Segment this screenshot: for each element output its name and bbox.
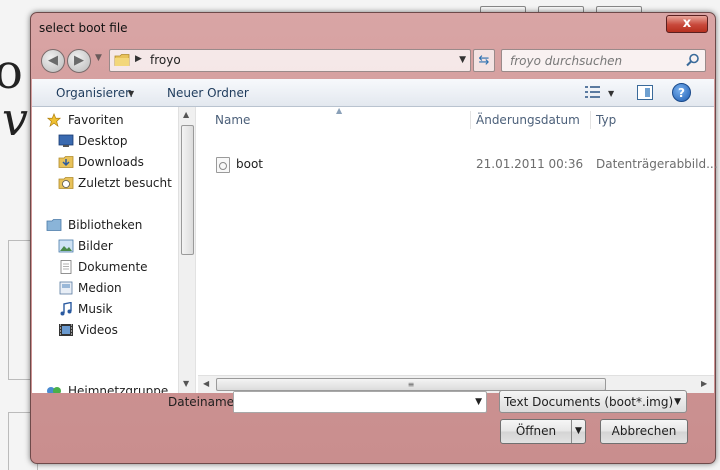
nav-pane-scrollbar[interactable]: ▲ ▼ [178,107,195,393]
column-header-type[interactable]: Typ [596,113,616,127]
nav-homegroup[interactable]: Heimnetzgruppe [68,381,168,393]
breadcrumb-current-folder[interactable]: froyo [150,53,181,67]
search-input[interactable] [502,50,682,71]
view-dropdown-icon[interactable]: ▼ [608,89,614,98]
libraries-icon [46,219,62,231]
help-icon[interactable]: ? [672,83,691,102]
file-open-dialog: select boot file x ◀ ▶ ▼ ▶ froyo ▼ ⇆ Org… [30,12,718,464]
desktop-icon [58,134,74,147]
scroll-right-icon[interactable]: ▶ [701,379,707,388]
recent-locations-dropdown[interactable]: ▼ [95,53,102,63]
navigation-pane: Favoriten Desktop Downloads Zuletzt besu… [32,107,196,393]
refresh-icon: ⇆ [478,53,490,68]
file-type-select[interactable]: Text Documents (boot*.img) ▼ [499,390,687,413]
nav-item-documents[interactable]: Dokumente [78,257,148,277]
file-row[interactable]: boot 21.01.2011 00:36 Datenträgerabbild.… [212,155,718,175]
documents-icon [60,260,72,274]
nav-item-pictures[interactable]: Bilder [78,236,113,256]
open-button-label: Öffnen [515,424,557,438]
organize-button[interactable]: Organisieren [56,86,133,100]
search-icon[interactable] [686,53,700,67]
address-bar[interactable]: ▶ froyo ▼ [109,49,471,72]
file-type-selected: Text Documents (boot*.img) [504,395,674,409]
nav-libraries[interactable]: Bibliotheken [68,215,142,235]
nav-item-videos[interactable]: Videos [78,320,118,340]
scroll-up-icon[interactable]: ▲ [183,110,189,119]
search-box[interactable] [501,49,706,72]
close-button[interactable]: x [666,15,708,33]
open-options-dropdown-icon[interactable]: ▼ [571,420,585,443]
filename-field[interactable]: ▼ [233,391,487,413]
scroll-left-icon[interactable]: ◀ [203,379,209,388]
favorites-star-icon [46,113,62,127]
filename-input[interactable] [234,392,464,412]
chevron-down-icon[interactable]: ▼ [674,397,681,407]
view-options-icon[interactable] [585,85,603,99]
address-dropdown-icon[interactable]: ▼ [459,55,466,65]
downloads-icon [58,156,74,168]
sort-indicator-icon: ▲ [336,106,343,115]
recent-places-icon [58,177,74,189]
preview-pane-icon[interactable] [637,85,653,100]
videos-icon [59,324,73,336]
column-divider[interactable] [590,111,591,129]
disk-image-file-icon [216,157,230,173]
back-arrow-icon: ◀ [48,53,58,68]
command-toolbar: Organisieren ▼ Neuer Ordner ▼ ? [32,79,714,107]
nav-item-desktop[interactable]: Desktop [78,131,128,151]
dialog-title: select boot file [39,21,128,35]
refresh-button[interactable]: ⇆ [473,49,495,72]
chevron-down-icon[interactable]: ▼ [128,89,134,98]
column-header-name[interactable]: Name [215,113,250,127]
dialog-body: Favoriten Desktop Downloads Zuletzt besu… [32,106,718,393]
nav-item-recent[interactable]: Zuletzt besucht [78,173,172,193]
new-folder-button[interactable]: Neuer Ordner [167,86,249,100]
homegroup-icon [47,387,61,393]
filename-label: Dateiname: [168,395,239,409]
file-modified: 21.01.2011 00:36 [476,157,584,171]
filename-dropdown-icon[interactable]: ▼ [475,397,482,407]
cancel-button[interactable]: Abbrechen [600,419,688,444]
open-button[interactable]: Öffnen ▼ [500,419,586,444]
background-logo: v [2,92,28,146]
nav-item-downloads[interactable]: Downloads [78,152,144,172]
nav-item-music[interactable]: Musik [78,299,113,319]
folder-icon [114,54,130,66]
pictures-icon [58,239,74,253]
music-icon [60,302,72,316]
forward-button[interactable]: ▶ [67,49,91,73]
close-icon: x [682,16,692,31]
file-type: Datenträgerabbild... [596,157,718,171]
forward-arrow-icon: ▶ [74,53,84,68]
nav-item-medion[interactable]: Medion [78,278,122,298]
scrollbar-thumb[interactable] [181,125,194,255]
nav-favorites[interactable]: Favoriten [68,110,124,130]
library-icon [59,281,73,295]
file-list: ▲ Name Änderungsdatum Typ boot 21.01.201… [198,106,718,393]
scroll-down-icon[interactable]: ▼ [183,379,189,388]
column-divider[interactable] [470,111,471,129]
column-header-modified[interactable]: Änderungsdatum [476,113,580,127]
file-name[interactable]: boot [236,157,263,171]
back-button[interactable]: ◀ [41,49,65,73]
breadcrumb-arrow-icon[interactable]: ▶ [135,54,142,64]
